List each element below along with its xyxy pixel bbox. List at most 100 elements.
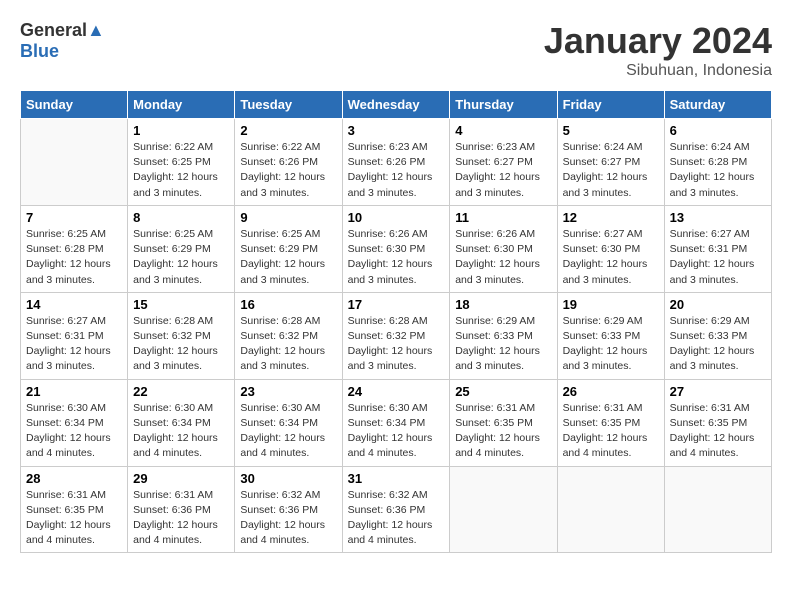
calendar-day-cell: 7Sunrise: 6:25 AMSunset: 6:28 PMDaylight… [21,205,128,292]
calendar-week-row: 7Sunrise: 6:25 AMSunset: 6:28 PMDaylight… [21,205,772,292]
calendar-day-cell: 1 Sunrise: 6:22 AMSunset: 6:25 PMDaylight… [128,119,235,206]
day-number: 6 [670,123,766,138]
day-info: Sunrise: 6:28 AMSunset: 6:32 PMDaylight:… [133,314,229,375]
day-info: Sunrise: 6:23 AMSunset: 6:27 PMDaylight:… [455,140,551,201]
calendar-week-row: 1 Sunrise: 6:22 AMSunset: 6:25 PMDaylight… [21,119,772,206]
day-info: Sunrise: 6:22 AMSunset: 6:25 PMDaylight:… [133,140,229,201]
calendar-day-cell: 16 Sunrise: 6:28 AMSunset: 6:32 PMDayligh… [235,292,342,379]
calendar-day-cell: 4 Sunrise: 6:23 AMSunset: 6:27 PMDaylight… [450,119,557,206]
weekday-header-cell: Tuesday [235,91,342,119]
day-info: Sunrise: 6:29 AMSunset: 6:33 PMDaylight:… [670,314,766,375]
day-info: Sunrise: 6:30 AMSunset: 6:34 PMDaylight:… [348,401,445,462]
calendar-day-cell: 29 Sunrise: 6:31 AMSunset: 6:36 PMDayligh… [128,466,235,553]
page-header: General▲ Blue January 2024 Sibuhuan, Ind… [20,20,772,80]
day-info: Sunrise: 6:32 AMSunset: 6:36 PMDaylight:… [240,488,336,549]
calendar-day-cell: 23 Sunrise: 6:30 AMSunset: 6:34 PMDayligh… [235,379,342,466]
calendar-day-cell: 10 Sunrise: 6:26 AMSunset: 6:30 PMDayligh… [342,205,450,292]
calendar-day-cell: 30 Sunrise: 6:32 AMSunset: 6:36 PMDayligh… [235,466,342,553]
calendar-day-cell [21,119,128,206]
day-info: Sunrise: 6:31 AMSunset: 6:35 PMDaylight:… [455,401,551,462]
day-number: 7 [26,210,122,225]
calendar-day-cell: 31 Sunrise: 6:32 AMSunset: 6:36 PMDayligh… [342,466,450,553]
day-number: 9 [240,210,336,225]
day-number: 16 [240,297,336,312]
day-number: 24 [348,384,445,399]
day-number: 5 [563,123,659,138]
weekday-header-cell: Saturday [664,91,771,119]
day-info: Sunrise: 6:31 AMSunset: 6:36 PMDaylight:… [133,488,229,549]
calendar-day-cell: 14 Sunrise: 6:27 AMSunset: 6:31 PMDayligh… [21,292,128,379]
weekday-header-cell: Monday [128,91,235,119]
day-info: Sunrise: 6:30 AMSunset: 6:34 PMDaylight:… [133,401,229,462]
calendar-week-row: 28Sunrise: 6:31 AMSunset: 6:35 PMDayligh… [21,466,772,553]
calendar-day-cell: 22 Sunrise: 6:30 AMSunset: 6:34 PMDayligh… [128,379,235,466]
day-number: 28 [26,471,122,486]
day-number: 10 [348,210,445,225]
day-number: 11 [455,210,551,225]
day-info: Sunrise: 6:31 AMSunset: 6:35 PMDaylight:… [670,401,766,462]
day-info: Sunrise: 6:30 AMSunset: 6:34 PMDaylight:… [240,401,336,462]
day-info: Sunrise: 6:31 AMSunset: 6:35 PMDaylight:… [563,401,659,462]
day-info: Sunrise: 6:29 AMSunset: 6:33 PMDaylight:… [455,314,551,375]
day-number: 25 [455,384,551,399]
calendar-day-cell: 11Sunrise: 6:26 AMSunset: 6:30 PMDayligh… [450,205,557,292]
day-number: 27 [670,384,766,399]
day-info: Sunrise: 6:24 AMSunset: 6:27 PMDaylight:… [563,140,659,201]
title-area: January 2024 Sibuhuan, Indonesia [544,20,772,80]
day-number: 13 [670,210,766,225]
calendar-day-cell: 13 Sunrise: 6:27 AMSunset: 6:31 PMDayligh… [664,205,771,292]
calendar-day-cell: 24 Sunrise: 6:30 AMSunset: 6:34 PMDayligh… [342,379,450,466]
day-info: Sunrise: 6:22 AMSunset: 6:26 PMDaylight:… [240,140,336,201]
calendar-day-cell: 25 Sunrise: 6:31 AMSunset: 6:35 PMDayligh… [450,379,557,466]
day-info: Sunrise: 6:27 AMSunset: 6:31 PMDaylight:… [26,314,122,375]
day-number: 23 [240,384,336,399]
calendar-day-cell [664,466,771,553]
calendar-day-cell: 27 Sunrise: 6:31 AMSunset: 6:35 PMDayligh… [664,379,771,466]
day-info: Sunrise: 6:27 AMSunset: 6:31 PMDaylight:… [670,227,766,288]
weekday-header-row: SundayMondayTuesdayWednesdayThursdayFrid… [21,91,772,119]
calendar-day-cell: 17Sunrise: 6:28 AMSunset: 6:32 PMDayligh… [342,292,450,379]
weekday-header-cell: Sunday [21,91,128,119]
day-number: 3 [348,123,445,138]
weekday-header-cell: Wednesday [342,91,450,119]
day-number: 15 [133,297,229,312]
weekday-header-cell: Thursday [450,91,557,119]
day-number: 4 [455,123,551,138]
calendar-day-cell: 6 Sunrise: 6:24 AMSunset: 6:28 PMDaylight… [664,119,771,206]
day-info: Sunrise: 6:29 AMSunset: 6:33 PMDaylight:… [563,314,659,375]
calendar-day-cell: 15 Sunrise: 6:28 AMSunset: 6:32 PMDayligh… [128,292,235,379]
day-number: 30 [240,471,336,486]
weekday-header-cell: Friday [557,91,664,119]
calendar-day-cell: 8Sunrise: 6:25 AMSunset: 6:29 PMDaylight… [128,205,235,292]
day-number: 8 [133,210,229,225]
calendar-table: SundayMondayTuesdayWednesdayThursdayFrid… [20,90,772,553]
day-number: 29 [133,471,229,486]
day-info: Sunrise: 6:23 AMSunset: 6:26 PMDaylight:… [348,140,445,201]
calendar-day-cell: 9 Sunrise: 6:25 AMSunset: 6:29 PMDaylight… [235,205,342,292]
location-subtitle: Sibuhuan, Indonesia [544,62,772,80]
calendar-day-cell: 21 Sunrise: 6:30 AMSunset: 6:34 PMDayligh… [21,379,128,466]
calendar-day-cell: 19 Sunrise: 6:29 AMSunset: 6:33 PMDayligh… [557,292,664,379]
logo-general-text: General▲ Blue [20,20,105,62]
calendar-day-cell: 2Sunrise: 6:22 AMSunset: 6:26 PMDaylight… [235,119,342,206]
day-info: Sunrise: 6:25 AMSunset: 6:29 PMDaylight:… [240,227,336,288]
day-number: 21 [26,384,122,399]
day-info: Sunrise: 6:28 AMSunset: 6:32 PMDaylight:… [240,314,336,375]
day-info: Sunrise: 6:24 AMSunset: 6:28 PMDaylight:… [670,140,766,201]
day-info: Sunrise: 6:26 AMSunset: 6:30 PMDaylight:… [348,227,445,288]
calendar-day-cell: 5 Sunrise: 6:24 AMSunset: 6:27 PMDaylight… [557,119,664,206]
day-info: Sunrise: 6:30 AMSunset: 6:34 PMDaylight:… [26,401,122,462]
day-number: 22 [133,384,229,399]
calendar-day-cell: 20Sunrise: 6:29 AMSunset: 6:33 PMDayligh… [664,292,771,379]
day-number: 14 [26,297,122,312]
day-number: 26 [563,384,659,399]
day-number: 19 [563,297,659,312]
day-info: Sunrise: 6:32 AMSunset: 6:36 PMDaylight:… [348,488,445,549]
logo: General▲ Blue [20,20,105,62]
calendar-day-cell [450,466,557,553]
day-number: 18 [455,297,551,312]
day-number: 31 [348,471,445,486]
day-info: Sunrise: 6:28 AMSunset: 6:32 PMDaylight:… [348,314,445,375]
day-number: 1 [133,123,229,138]
day-info: Sunrise: 6:27 AMSunset: 6:30 PMDaylight:… [563,227,659,288]
